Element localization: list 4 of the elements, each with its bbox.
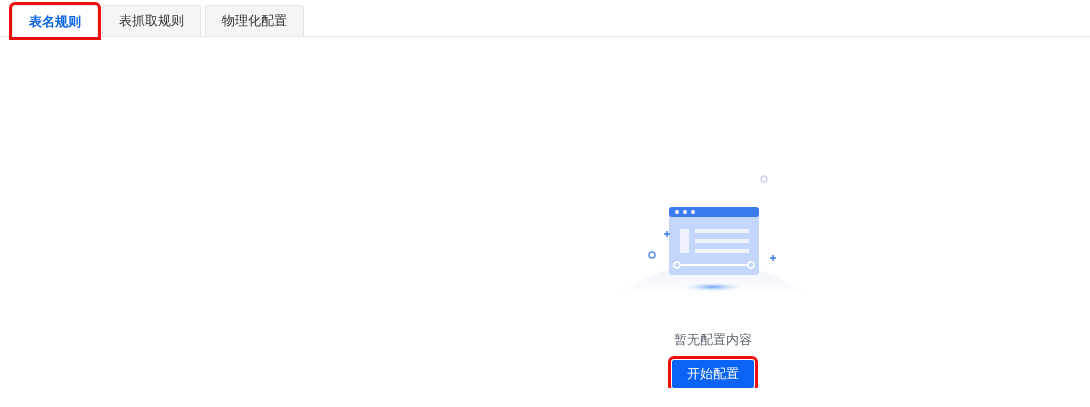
- tab[interactable]: 物理化配置: [205, 5, 304, 36]
- tab[interactable]: 表抓取规则: [102, 5, 201, 36]
- empty-message: 暂无配置内容: [674, 331, 752, 349]
- tab[interactable]: 表名规则: [12, 5, 98, 37]
